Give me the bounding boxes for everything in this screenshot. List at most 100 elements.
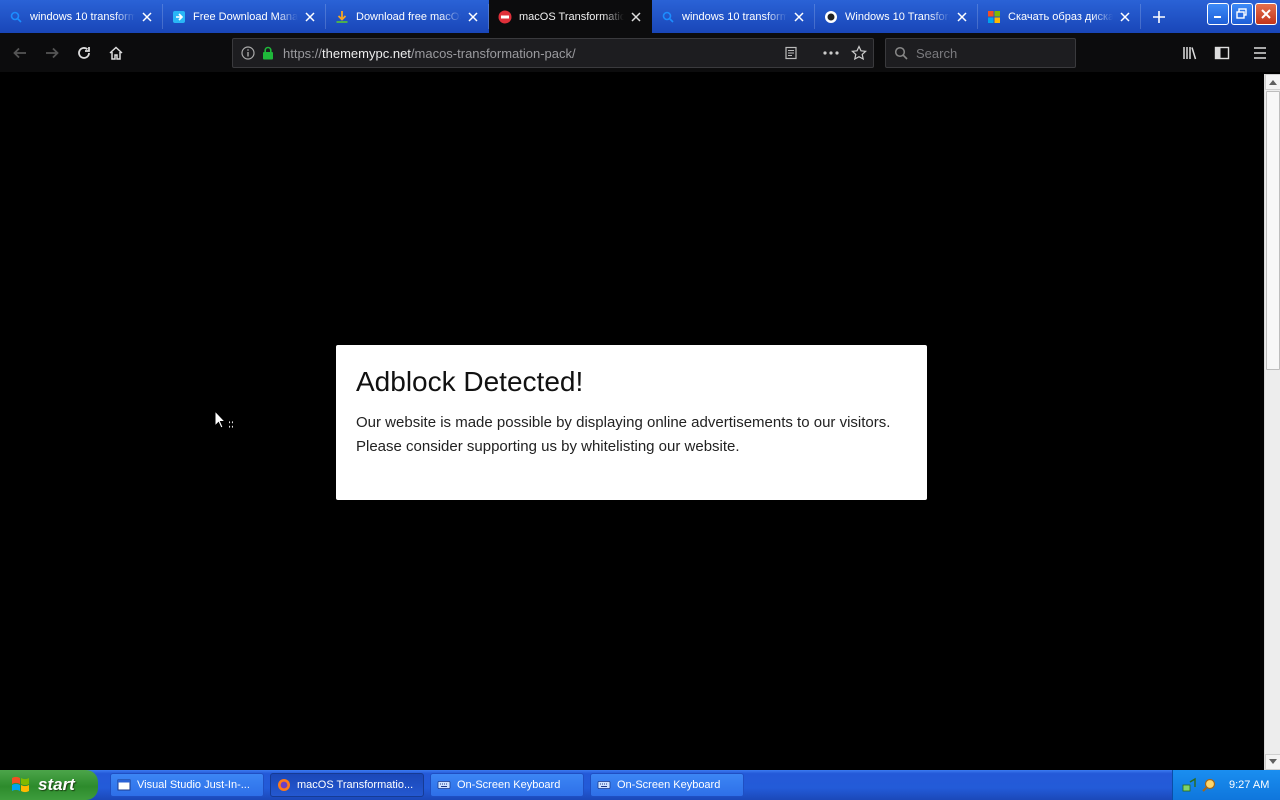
navigation-toolbar: https://thememypc.net/macos-transformati… [0, 33, 1280, 73]
forward-button[interactable] [36, 37, 68, 69]
window-controls [1207, 3, 1280, 25]
vertical-scrollbar[interactable] [1264, 74, 1280, 770]
reload-button[interactable] [68, 37, 100, 69]
tab-title: Download free macOS [356, 10, 461, 23]
hamburger-menu-icon [1254, 47, 1266, 59]
new-tab-button[interactable] [1141, 0, 1177, 33]
taskbar-item-label: Visual Studio Just-In-... [137, 779, 250, 791]
search-icon [8, 9, 24, 25]
close-window-button[interactable] [1255, 3, 1277, 25]
start-label: start [38, 775, 75, 794]
toolbar-right [1174, 37, 1276, 69]
close-icon [1261, 9, 1271, 19]
url-host: thememypc.net [322, 45, 411, 61]
taskbar: start Visual Studio Just-In-... macOS Tr… [0, 770, 1280, 800]
minimize-icon [1214, 16, 1221, 18]
menu-button[interactable] [1244, 37, 1276, 69]
search-input[interactable] [916, 45, 1066, 61]
tab-title: windows 10 transformation pack [682, 10, 787, 23]
tab-5[interactable]: Windows 10 Transformation [815, 0, 978, 33]
reader-view-button[interactable] [777, 39, 805, 67]
dialog-title: Adblock Detected! [356, 366, 584, 397]
close-icon[interactable] [139, 9, 155, 25]
taskbar-item[interactable]: Visual Studio Just-In-... [110, 773, 264, 797]
close-icon[interactable] [954, 9, 970, 25]
keyboard-icon [597, 781, 611, 789]
search-bar[interactable] [885, 38, 1076, 68]
fdm-icon [171, 9, 187, 25]
url-path: /macos-transformation-pack/ [410, 45, 576, 61]
firefox-icon [278, 779, 290, 791]
tab-title: windows 10 transformation pack [30, 10, 135, 23]
chevron-down-icon [1269, 759, 1277, 764]
scroll-down-button[interactable] [1265, 754, 1280, 770]
home-button[interactable] [100, 37, 132, 69]
tab-title: Free Download Manager [193, 10, 298, 23]
scrollbar-thumb[interactable] [1266, 91, 1280, 370]
download-icon [334, 9, 350, 25]
clock: 9:27 AM [1229, 779, 1270, 791]
adblock-dialog: Adblock Detected! Our website is made po… [336, 345, 927, 500]
sidebar-icon [1214, 46, 1230, 60]
tab-3[interactable]: macOS Transformation Pack [489, 0, 652, 33]
close-icon[interactable] [1117, 9, 1133, 25]
tab-0[interactable]: windows 10 transformation pack [0, 0, 163, 33]
arrow-right-icon [46, 47, 59, 58]
url-bar[interactable]: https://thememypc.net/macos-transformati… [232, 38, 874, 68]
taskbar-item-label: On-Screen Keyboard [457, 779, 561, 791]
tab-title: macOS Transformation Pack [519, 10, 624, 23]
page-actions-button[interactable] [817, 39, 845, 67]
circle-icon [823, 9, 839, 25]
arrow-left-icon [13, 47, 26, 58]
close-icon[interactable] [302, 9, 318, 25]
close-icon[interactable] [791, 9, 807, 25]
window-icon [117, 779, 131, 791]
star-icon [851, 45, 867, 61]
page-content: Adblock Detected! Our website is made po… [0, 74, 1264, 770]
sidebar-button[interactable] [1206, 37, 1238, 69]
url-text[interactable]: https://thememypc.net/macos-transformati… [283, 46, 777, 61]
tab-title: Windows 10 Transformation [845, 10, 950, 23]
tab-4[interactable]: windows 10 transformation pack [652, 0, 815, 33]
close-icon[interactable] [628, 9, 644, 25]
reload-icon [78, 46, 90, 59]
busy-cursor-icon [214, 410, 234, 430]
start-button[interactable]: start [0, 770, 98, 800]
taskbar-item[interactable]: On-Screen Keyboard [430, 773, 584, 797]
site-icon [497, 9, 513, 25]
library-icon [1183, 47, 1197, 60]
windows-flag-icon [12, 776, 29, 793]
magnifier-icon[interactable] [1201, 777, 1217, 793]
restore-button[interactable] [1231, 3, 1253, 25]
search-icon [660, 9, 676, 25]
lock-icon[interactable] [261, 46, 275, 60]
back-button[interactable] [4, 37, 36, 69]
dialog-message: Our website is made possible by displayi… [356, 414, 891, 455]
tab-1[interactable]: Free Download Manager [163, 0, 326, 33]
tab-strip: windows 10 transformation pack Free Down… [0, 0, 1280, 33]
home-icon [109, 45, 123, 60]
bookmark-button[interactable] [845, 39, 873, 67]
reader-view-icon [785, 46, 797, 60]
library-button[interactable] [1174, 37, 1206, 69]
system-tray: 9:27 AM [1172, 770, 1280, 800]
url-prefix: https:// [283, 45, 323, 61]
restore-icon [1236, 8, 1247, 19]
scroll-up-button[interactable] [1265, 74, 1280, 90]
tab-2[interactable]: Download free macOS [326, 0, 489, 33]
taskbar-item-label: On-Screen Keyboard [617, 779, 721, 791]
more-icon [823, 51, 839, 55]
keyboard-icon [437, 781, 451, 789]
windows-logo-icon [986, 9, 1002, 25]
close-icon[interactable] [465, 9, 481, 25]
taskbar-item[interactable]: macOS Transformatio... [270, 773, 424, 797]
info-icon[interactable] [241, 46, 255, 60]
tab-6[interactable]: Скачать образ диска [978, 0, 1141, 33]
tab-title: Скачать образ диска [1008, 10, 1113, 23]
taskbar-item-label: macOS Transformatio... [297, 779, 414, 791]
taskbar-item[interactable]: On-Screen Keyboard [590, 773, 744, 797]
search-icon [894, 46, 908, 60]
minimize-button[interactable] [1207, 3, 1229, 25]
network-icon[interactable] [1181, 777, 1197, 793]
plus-icon [1153, 10, 1165, 23]
